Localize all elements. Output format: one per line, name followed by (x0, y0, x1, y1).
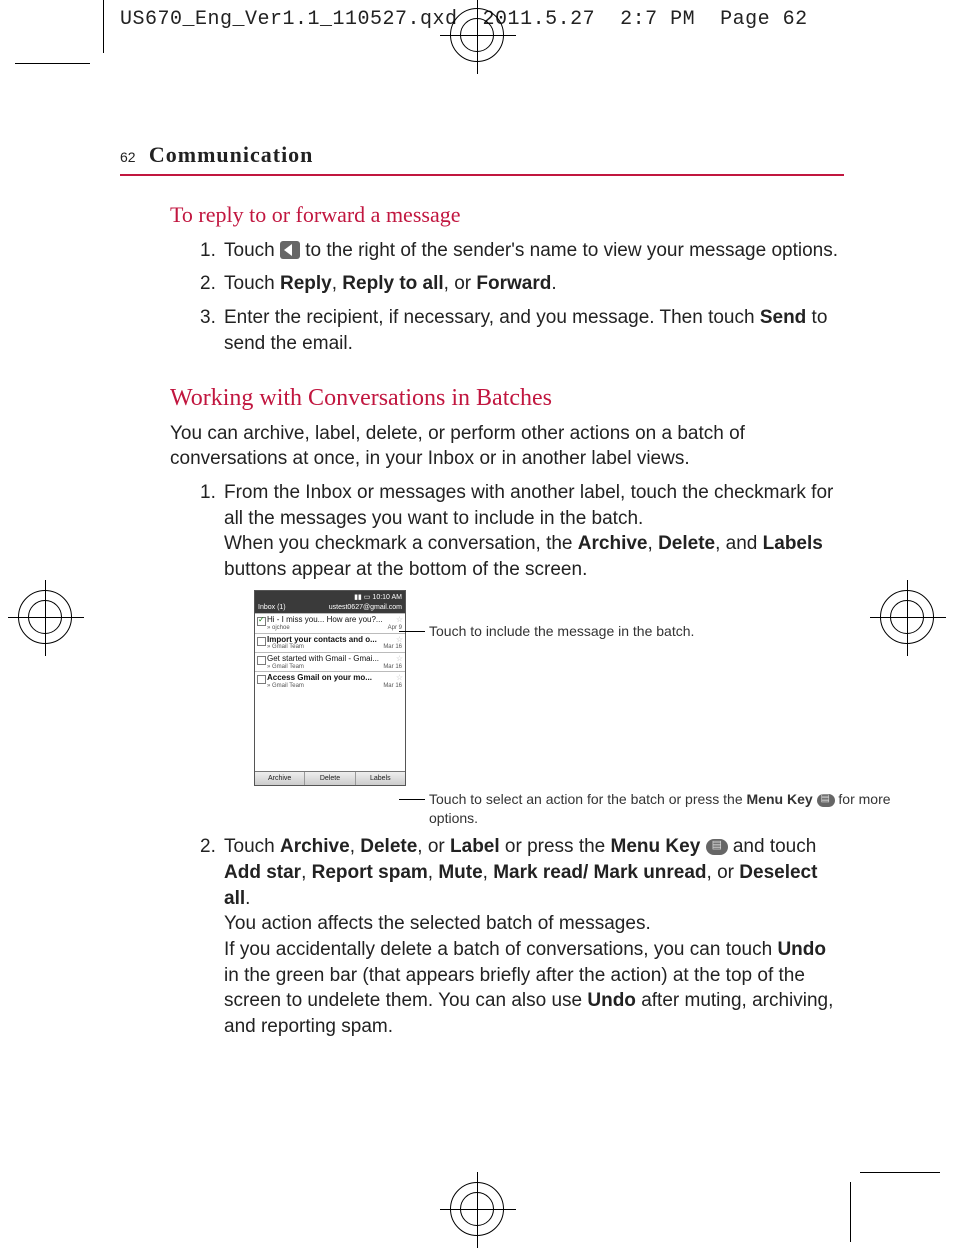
message-sender: » Gmail Team (267, 683, 304, 690)
label-delete: Delete (360, 836, 417, 857)
heading-reply: To reply to or forward a message (170, 200, 844, 230)
message-meta: » Gmail Team Mar 16 (267, 664, 402, 671)
label-undo: Undo (777, 939, 826, 960)
label-archive: Archive (578, 533, 648, 554)
label-reply-all: Reply to all (342, 273, 443, 294)
label-mark-read-unread: Mark read/ Mark unread (493, 862, 706, 883)
checkbox[interactable] (257, 637, 266, 646)
message-meta: » Gmail Team Mar 16 (267, 644, 402, 651)
message-sender: » ojchoe (267, 625, 290, 632)
archive-button[interactable]: Archive (255, 772, 305, 786)
message-row[interactable]: ☆Get started with Gmail - Gmai...» Gmail… (255, 652, 405, 671)
message-row[interactable]: ☆Access Gmail on your mo...» Gmail Team M… (255, 671, 405, 690)
step-text: Touch (224, 240, 280, 261)
step-item: 2. Touch Reply, Reply to all, or Forward… (200, 271, 844, 297)
message-sender: » Gmail Team (267, 644, 304, 651)
inbox-header: Inbox (1) ustest0627@gmail.com (255, 603, 405, 613)
heading-batches: Working with Conversations in Batches (170, 382, 844, 414)
step-item: 1. Touch to the right of the sender's na… (200, 238, 844, 264)
gmail-screenshot: ▮▮ ▭ 10:10 AM Inbox (1) ustest0627@gmail… (254, 590, 406, 786)
message-subject: Import your contacts and o... (267, 636, 402, 645)
signal-icon: ▮▮ (354, 594, 362, 602)
label-archive: Archive (280, 836, 350, 857)
label-reply: Reply (280, 273, 332, 294)
menu-key-icon (706, 839, 728, 855)
section-title: Communication (149, 140, 314, 170)
page-number: 62 (120, 148, 136, 167)
crop-mark (850, 1182, 851, 1242)
step-number: 2. (200, 271, 216, 297)
label-add-star: Add star (224, 862, 301, 883)
step-text: to the right of the sender's name to vie… (305, 240, 838, 261)
registration-mark (450, 8, 506, 64)
step-number: 1. (200, 480, 216, 506)
label-report-spam: Report spam (312, 862, 428, 883)
label-send: Send (760, 307, 806, 328)
star-icon[interactable]: ☆ (396, 616, 403, 625)
checkbox[interactable] (257, 617, 266, 626)
labels-button[interactable]: Labels (356, 772, 405, 786)
star-icon[interactable]: ☆ (396, 674, 403, 683)
star-icon[interactable]: ☆ (396, 655, 403, 664)
message-date: Mar 16 (383, 644, 402, 651)
crop-mark (15, 63, 90, 64)
step-item: 1. From the Inbox or messages with anoth… (200, 480, 844, 821)
callout-text: Touch to include the message in the batc… (429, 622, 694, 640)
checkbox[interactable] (257, 656, 266, 665)
message-sender: » Gmail Team (267, 664, 304, 671)
label-menu-key: Menu Key (611, 836, 701, 857)
step-text: When you checkmark a conversation, the (224, 533, 578, 554)
step-number: 2. (200, 834, 216, 860)
label-menu-key: Menu Key (747, 791, 813, 807)
step-text: Enter the recipient, if necessary, and y… (224, 307, 760, 328)
message-subject: Access Gmail on your mo... (267, 674, 402, 683)
step-number: 3. (200, 305, 216, 331)
step-item: 2. Touch Archive, Delete, or Label or pr… (200, 834, 844, 1039)
label-undo: Undo (587, 990, 636, 1011)
message-subject: Hi - I miss you... How are you?... (267, 616, 402, 625)
step-text: From the Inbox or messages with another … (224, 482, 833, 529)
crop-mark (860, 1172, 940, 1173)
label-label: Label (450, 836, 500, 857)
label-labels: Labels (763, 533, 823, 554)
step-text: Touch (224, 273, 280, 294)
step-item: 3. Enter the recipient, if necessary, an… (200, 305, 844, 356)
checkbox[interactable] (257, 675, 266, 684)
status-bar: ▮▮ ▭ 10:10 AM (255, 591, 405, 603)
message-subject: Get started with Gmail - Gmai... (267, 655, 402, 664)
label-forward: Forward (476, 273, 551, 294)
action-bar: Archive Delete Labels (255, 771, 405, 786)
message-row[interactable]: ☆Import your contacts and o...» Gmail Te… (255, 633, 405, 652)
clock: 10:10 AM (372, 594, 402, 602)
running-header: 62 Communication (120, 140, 844, 176)
account-email: ustest0627@gmail.com (329, 604, 402, 612)
crop-mark (103, 0, 104, 53)
registration-mark (18, 590, 74, 646)
battery-icon: ▭ (364, 594, 371, 602)
message-row[interactable]: ☆Hi - I miss you... How are you?...» ojc… (255, 613, 405, 632)
step-text: You action affects the selected batch of… (224, 913, 651, 934)
inbox-label: Inbox (1) (258, 604, 286, 612)
message-meta: » ojchoeApr 9 (267, 625, 402, 632)
label-delete: Delete (658, 533, 715, 554)
paragraph: You can archive, label, delete, or perfo… (170, 421, 844, 472)
registration-mark (450, 1182, 506, 1238)
delete-button[interactable]: Delete (305, 772, 355, 786)
registration-mark (880, 590, 936, 646)
callout-text: Touch to select an action for the batch … (429, 790, 899, 826)
message-date: Mar 16 (383, 683, 402, 690)
message-date: Mar 16 (383, 664, 402, 671)
message-meta: » Gmail Team Mar 16 (267, 683, 402, 690)
step-number: 1. (200, 238, 216, 264)
label-mute: Mute (438, 862, 482, 883)
left-arrow-icon (280, 241, 300, 259)
menu-key-icon (817, 794, 835, 807)
star-icon[interactable]: ☆ (396, 636, 403, 645)
